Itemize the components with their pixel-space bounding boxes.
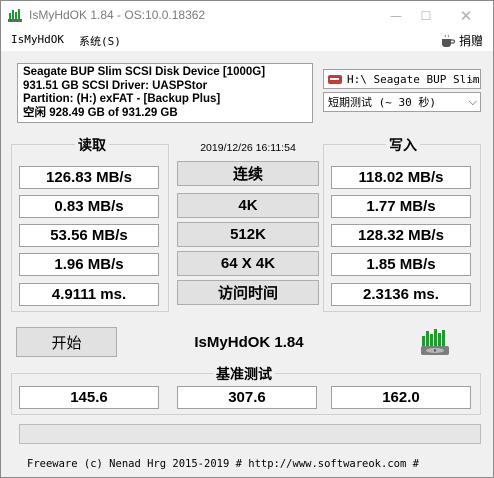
write-64x4k-value: 1.85 MB/s [331,253,471,276]
64x4k-button[interactable]: 64 X 4K [177,251,319,276]
progress-bar [19,424,481,444]
app-window: IsMyHdOK 1.84 - OS:10.0.18362 — ☐ ✕ IsMy… [0,0,494,478]
hdd-chart-logo-icon [421,329,449,355]
write-4k-value: 1.77 MB/s [331,195,471,218]
donate-label: 捐赠 [458,34,483,48]
menu-ismyhdok[interactable]: IsMyHdOK [11,33,64,46]
chevron-down-icon: ⌵ [468,95,477,108]
read-512k-value: 53.56 MB/s [19,224,159,247]
read-4k-value: 0.83 MB/s [19,195,159,218]
drive-icon [328,74,342,84]
benchmark-write-value: 162.0 [331,386,471,409]
donate-button[interactable]: 捐赠 [440,32,483,49]
title-bar[interactable]: IsMyHdOK 1.84 - OS:10.0.18362 — ☐ ✕ [1,1,493,31]
device-size-driver: 931.51 GB SCSI Driver: UASPStor [23,79,208,92]
4k-button[interactable]: 4K [177,193,319,218]
test-duration-select[interactable]: 短期测试 (~ 30 秒) ⌵ [323,92,481,112]
minimize-icon[interactable]: — [381,1,411,31]
benchmark-total-value: 307.6 [177,386,317,409]
close-icon[interactable]: ✕ [451,1,481,31]
read-title: 读取 [75,135,109,155]
write-512k-value: 128.32 MB/s [331,224,471,247]
menu-system[interactable]: 系统(S) [79,33,121,49]
start-button[interactable]: 开始 [16,327,117,357]
drive-select[interactable]: H:\ Seagate BUP Slim ⌵ [323,69,481,89]
test-select-value: 短期测试 (~ 30 秒) [328,96,436,109]
sequential-button[interactable]: 连续 [177,161,319,186]
device-name: Seagate BUP Slim SCSI Disk Device [1000G… [23,66,266,78]
menu-bar: IsMyHdOK 系统(S) 捐赠 [1,31,493,51]
write-sequential-value: 118.02 MB/s [331,166,471,189]
512k-button[interactable]: 512K [177,222,319,247]
access-time-button[interactable]: 访问时间 [177,280,319,305]
device-free-space: 空闲 928.49 GB of 931.29 GB [23,106,178,119]
drive-select-value: H:\ Seagate BUP Slim [347,72,480,86]
app-logo-icon [7,7,23,23]
read-64x4k-value: 1.96 MB/s [19,253,159,276]
write-access-time-value: 2.3136 ms. [331,283,471,306]
benchmark-read-value: 145.6 [19,386,159,409]
device-info-panel: Seagate BUP Slim SCSI Disk Device [1000G… [17,63,313,123]
read-access-time-value: 4.9111 ms. [19,283,159,306]
maximize-icon[interactable]: ☐ [411,1,441,31]
device-partition: Partition: (H:) exFAT - [Backup Plus] [23,93,221,105]
app-name-label: IsMyHdOK 1.84 [194,334,304,351]
benchmark-title: 基准测试 [213,364,275,384]
test-timestamp: 2019/12/26 16:11:54 [200,142,296,154]
chevron-down-icon: ⌵ [468,72,477,85]
coffee-cup-icon [441,34,456,47]
write-title: 写入 [386,135,420,155]
window-title: IsMyHdOK 1.84 - OS:10.0.18362 [29,8,206,22]
footer-credits[interactable]: Freeware (c) Nenad Hrg 2015-2019 # http:… [27,458,419,470]
read-sequential-value: 126.83 MB/s [19,166,159,189]
